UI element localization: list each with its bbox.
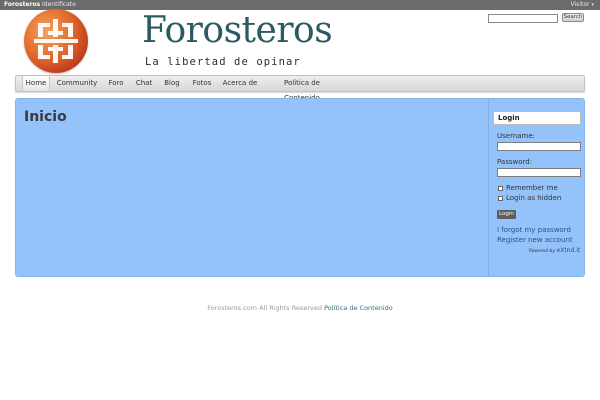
visitor-menu[interactable]: Visitor ▾ [571, 0, 594, 10]
nav-item-community[interactable]: Community [56, 76, 98, 91]
nav-item-acerca[interactable]: Acerca de [221, 76, 259, 91]
nav-item-politica[interactable]: Política de Contenido [266, 76, 338, 102]
nav-item-foro[interactable]: Foro [104, 76, 128, 91]
extendit-link[interactable]: eXtnd.it [557, 247, 581, 254]
remember-me-label: Remember me [506, 184, 558, 192]
nav-item-blog[interactable]: Blog [160, 76, 184, 91]
chevron-down-icon: ▾ [591, 2, 594, 8]
login-heading: Login [493, 111, 581, 125]
remember-me-row[interactable]: Remember me [498, 184, 558, 192]
nav-item-fotos[interactable]: Fotos [189, 76, 215, 91]
admin-bar: Forosteros Identifícate Visitor ▾ [0, 0, 600, 10]
page-title: Inicio [24, 109, 67, 125]
password-field[interactable] [497, 168, 581, 177]
site-tagline: La libertad de opinar [145, 56, 301, 68]
login-button[interactable]: Login [497, 210, 516, 219]
site-title[interactable]: Forosteros [142, 10, 333, 51]
powered-by-label: Powered by [529, 249, 556, 254]
content-panel: Inicio Login Username: Password: Remembe… [15, 98, 585, 277]
nav-item-home[interactable]: Home [22, 76, 50, 91]
register-link[interactable]: Register new account [497, 236, 573, 244]
search-button[interactable]: Search [562, 13, 584, 22]
login-hidden-label: Login as hidden [506, 194, 562, 202]
nav-item-chat[interactable]: Chat [132, 76, 156, 91]
username-label: Username: [497, 132, 536, 140]
visitor-label: Visitor [570, 1, 590, 8]
login-hidden-checkbox[interactable] [498, 195, 503, 201]
powered-by: Powered by eXtnd.it [529, 247, 580, 254]
username-field[interactable] [497, 142, 581, 151]
footer: Forosteros.com All Rights Reserved Polít… [0, 304, 600, 312]
site-logo[interactable] [24, 9, 88, 73]
login-hidden-row[interactable]: Login as hidden [498, 194, 561, 202]
logo-emblem-icon [34, 19, 78, 63]
password-label: Password: [497, 158, 533, 166]
search-input[interactable] [488, 14, 558, 23]
sidebar-divider [488, 99, 489, 276]
footer-policy-link[interactable]: Política de Contenido [324, 304, 393, 312]
main-nav: Home Community Foro Chat Blog Fotos Acer… [15, 75, 585, 102]
forgot-password-link[interactable]: I forgot my password [497, 226, 571, 234]
footer-copyright: Forosteros.com All Rights Reserved [207, 304, 323, 312]
remember-me-checkbox[interactable] [498, 185, 503, 191]
